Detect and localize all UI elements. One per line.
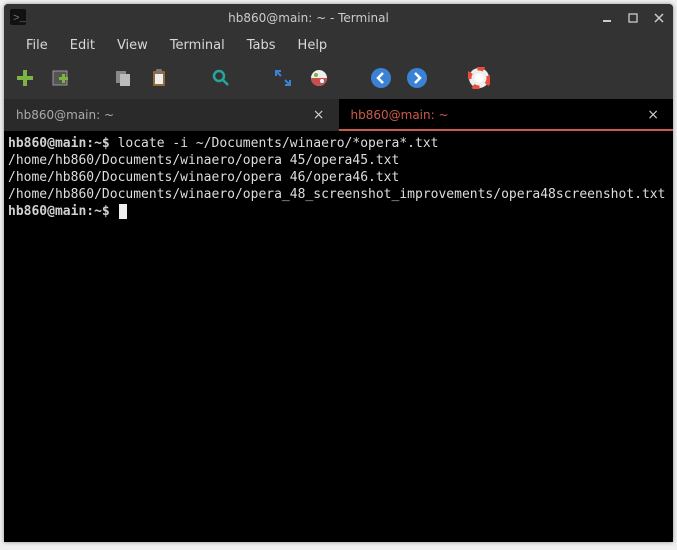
tab-2-label: hb860@main: ~	[351, 108, 646, 122]
window-title: hb860@main: ~ - Terminal	[28, 11, 589, 25]
search-button[interactable]	[210, 67, 232, 89]
prompt-line-1: hb860@main:~$	[8, 136, 118, 151]
new-window-button[interactable]	[50, 67, 72, 89]
close-button[interactable]	[651, 10, 667, 26]
tab-2-close-icon[interactable]: ×	[645, 107, 661, 123]
terminal-window: >_ hb860@main: ~ - Terminal File Edit Vi…	[4, 4, 673, 542]
menu-edit[interactable]: Edit	[60, 36, 105, 55]
prev-tab-button[interactable]	[370, 67, 392, 89]
tab-bar: hb860@main: ~ × hb860@main: ~ ×	[4, 99, 673, 131]
command-1: locate -i ~/Documents/winaero/*opera*.tx…	[118, 136, 439, 151]
menu-help[interactable]: Help	[288, 36, 338, 55]
output-line-1: /home/hb860/Documents/winaero/opera 45/o…	[8, 153, 399, 168]
tab-1-label: hb860@main: ~	[16, 108, 311, 122]
terminal-viewport[interactable]: hb860@main:~$ locate -i ~/Documents/wina…	[4, 131, 673, 542]
minimize-button[interactable]	[599, 10, 615, 26]
new-tab-button[interactable]	[14, 67, 36, 89]
cursor	[119, 204, 127, 219]
svg-text:>_: >_	[13, 13, 26, 25]
paste-button[interactable]	[148, 67, 170, 89]
menu-view[interactable]: View	[107, 36, 158, 55]
help-button[interactable]	[468, 67, 490, 89]
preferences-button[interactable]	[308, 67, 330, 89]
menu-tabs[interactable]: Tabs	[237, 36, 286, 55]
toolbar	[4, 61, 673, 99]
output-line-3: /home/hb860/Documents/winaero/opera_48_s…	[8, 187, 665, 202]
tab-1-close-icon[interactable]: ×	[311, 107, 327, 123]
menu-file[interactable]: File	[16, 36, 58, 55]
fullscreen-button[interactable]	[272, 67, 294, 89]
menubar: File Edit View Terminal Tabs Help	[4, 32, 673, 61]
menu-terminal[interactable]: Terminal	[160, 36, 235, 55]
next-tab-button[interactable]	[406, 67, 428, 89]
output-line-2: /home/hb860/Documents/winaero/opera 46/o…	[8, 170, 399, 185]
tab-1[interactable]: hb860@main: ~ ×	[4, 99, 339, 131]
titlebar: >_ hb860@main: ~ - Terminal	[4, 4, 673, 32]
app-icon: >_	[10, 9, 28, 27]
copy-button[interactable]	[112, 67, 134, 89]
prompt-line-2: hb860@main:~$	[8, 204, 118, 219]
tab-2[interactable]: hb860@main: ~ ×	[339, 99, 674, 131]
maximize-button[interactable]	[625, 10, 641, 26]
